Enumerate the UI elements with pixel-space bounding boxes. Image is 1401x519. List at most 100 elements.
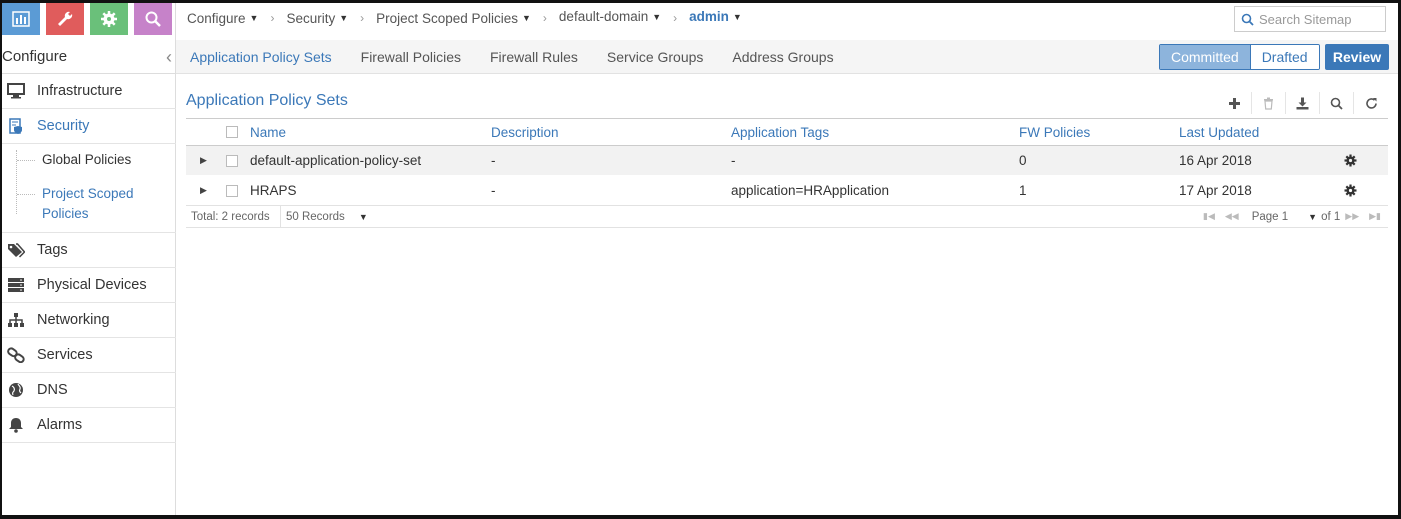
caret-down-icon: ▼ (1308, 211, 1318, 222)
trash-icon (1264, 97, 1273, 110)
sidebar-menu: Infrastructure Security Global Policies … (0, 74, 176, 443)
caret-down-icon: ▼ (249, 13, 259, 23)
column-header-fw-policies[interactable]: FW Policies (1019, 119, 1090, 145)
search-icon (1241, 13, 1254, 26)
page-value: Page 1 (1251, 210, 1289, 223)
search-placeholder: Search Sitemap (1259, 11, 1352, 27)
grid-title: Application Policy Sets (186, 92, 348, 109)
cell-name: HRAPS (250, 183, 297, 198)
refresh-button[interactable] (1354, 92, 1388, 114)
breadcrumb-security[interactable]: Security ▼ (286, 11, 348, 26)
settings-tab[interactable] (90, 3, 128, 35)
page-select[interactable]: Page 1 ▼ (1252, 211, 1317, 223)
collapse-sidebar-icon[interactable]: ‹ (166, 48, 172, 66)
cell-description: - (491, 183, 496, 198)
tab-application-policy-sets[interactable]: Application Policy Sets (190, 49, 332, 65)
bell-icon (6, 416, 26, 434)
sidebar-item-services[interactable]: Services (0, 338, 176, 373)
tab-firewall-policies[interactable]: Firewall Policies (361, 49, 461, 65)
sidebar-item-label: Security (37, 118, 90, 134)
breadcrumb-label: Security (286, 10, 336, 26)
search-grid-button[interactable] (1320, 92, 1354, 114)
table-row[interactable]: ▶ default-application-policy-set - - 0 1… (186, 146, 1388, 176)
tab-service-groups[interactable]: Service Groups (607, 49, 703, 65)
breadcrumb-configure[interactable]: Configure ▼ (187, 11, 258, 26)
row-actions-gear-icon[interactable] (1344, 176, 1358, 205)
review-button[interactable]: Review (1325, 44, 1389, 70)
prev-page-icon[interactable]: ◀◀ (1225, 211, 1239, 222)
chevron-right-icon: › (542, 11, 547, 25)
table-row[interactable]: ▶ HRAPS - application=HRApplication 1 17… (186, 176, 1388, 206)
wrench-icon (58, 11, 73, 26)
sitemap-icon (6, 311, 26, 329)
caret-down-icon: ▼ (358, 211, 368, 222)
breadcrumb-project-scoped-policies[interactable]: Project Scoped Policies ▼ (376, 11, 531, 26)
page-count: of 1 (1321, 210, 1341, 223)
pager: ▮◀ ◀◀ Page 1 ▼ of 1 ▶▶ ▶▮ (1198, 206, 1386, 227)
row-checkbox[interactable] (226, 176, 238, 205)
query-tab[interactable] (134, 3, 172, 35)
sidebar-item-networking[interactable]: Networking (0, 303, 176, 338)
security-submenu: Global Policies Project Scoped Policies (0, 144, 176, 233)
select-all-checkbox[interactable] (226, 119, 238, 145)
committed-button[interactable]: Committed (1160, 45, 1251, 69)
column-header-application-tags[interactable]: Application Tags (731, 119, 829, 145)
cell-last-updated: 17 Apr 2018 (1179, 183, 1252, 198)
records-per-page-select[interactable]: 50 Records ▼ (280, 206, 368, 227)
first-page-icon[interactable]: ▮◀ (1203, 211, 1215, 222)
breadcrumb-domain[interactable]: default-domain ▼ (559, 9, 661, 24)
column-header-description[interactable]: Description (491, 119, 559, 145)
monitor-tab[interactable] (2, 3, 40, 35)
cell-application-tags: application=HRApplication (731, 183, 889, 198)
drafted-button[interactable]: Drafted (1250, 45, 1319, 69)
records-per-page-value: 50 Records (286, 210, 345, 223)
search-sitemap-input[interactable]: Search Sitemap (1234, 6, 1386, 32)
row-actions-gear-icon[interactable] (1344, 146, 1358, 175)
gear-icon (101, 11, 117, 27)
expand-caret-icon[interactable]: ▶ (200, 176, 210, 205)
sidebar-item-dns[interactable]: DNS (0, 373, 176, 408)
sidebar-item-project-scoped-policies[interactable]: Project Scoped Policies (0, 184, 176, 224)
breadcrumb-project[interactable]: admin ▼ (689, 9, 742, 24)
chevron-right-icon: › (270, 11, 275, 25)
next-page-icon[interactable]: ▶▶ (1345, 211, 1359, 222)
tab-address-groups[interactable]: Address Groups (732, 49, 833, 65)
sidebar-item-alarms[interactable]: Alarms (0, 408, 176, 443)
sidebar-item-tags[interactable]: Tags (0, 233, 176, 268)
tab-firewall-rules[interactable]: Firewall Rules (490, 49, 578, 65)
chevron-right-icon: › (360, 11, 365, 25)
sub-label: Project Scoped (42, 186, 134, 201)
sidebar-item-global-policies[interactable]: Global Policies (0, 150, 176, 176)
tags-icon (6, 241, 26, 259)
column-header-name[interactable]: Name (250, 119, 286, 145)
row-checkbox[interactable] (226, 146, 238, 175)
chevron-right-icon: › (673, 11, 678, 25)
breadcrumb-label: Configure (187, 10, 246, 26)
column-header-last-updated[interactable]: Last Updated (1179, 119, 1259, 145)
configure-tab[interactable] (46, 3, 84, 35)
add-button[interactable] (1218, 92, 1252, 114)
sidebar-item-label: Alarms (37, 417, 83, 433)
cell-description: - (491, 153, 496, 168)
download-icon (1296, 97, 1309, 109)
last-page-icon[interactable]: ▶▮ (1369, 211, 1381, 222)
caret-down-icon: ▼ (339, 13, 349, 23)
export-button[interactable] (1286, 92, 1320, 114)
sidebar-item-label: Services (37, 347, 93, 363)
monitor-icon (6, 82, 26, 100)
server-icon (6, 276, 26, 294)
refresh-icon (1365, 97, 1377, 109)
sidebar-item-label: DNS (37, 382, 68, 398)
caret-down-icon: ▼ (732, 11, 742, 22)
delete-button[interactable] (1252, 92, 1286, 114)
sub-label: Policies (42, 206, 89, 221)
sidebar-item-physical-devices[interactable]: Physical Devices (0, 268, 176, 303)
cell-application-tags: - (731, 153, 736, 168)
sidebar-item-infrastructure[interactable]: Infrastructure (0, 74, 176, 109)
sidebar-item-security[interactable]: Security (0, 109, 176, 144)
quick-tabs (2, 3, 178, 35)
sidebar-item-label: Physical Devices (37, 277, 147, 293)
expand-caret-icon[interactable]: ▶ (200, 146, 210, 175)
link-icon (6, 346, 26, 364)
sub-label: Global Policies (42, 152, 132, 167)
